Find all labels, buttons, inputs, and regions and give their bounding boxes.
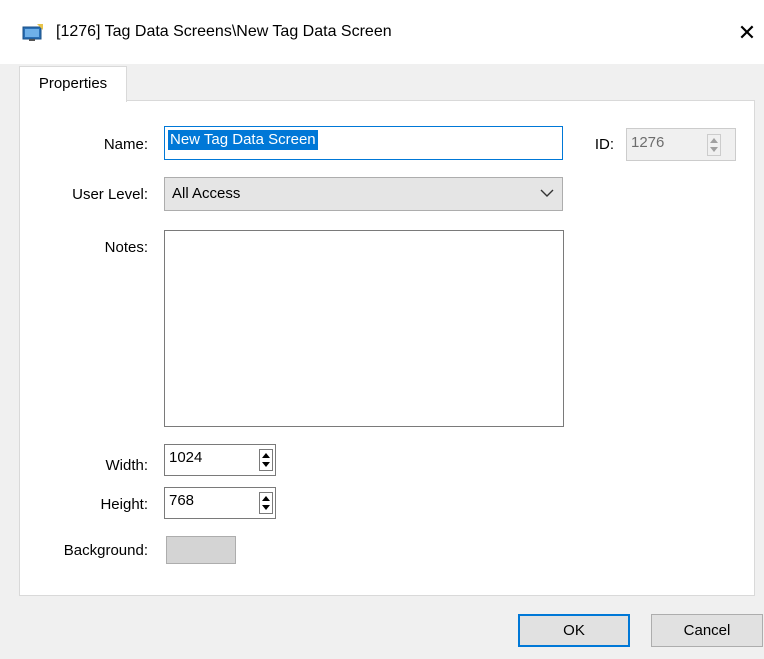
- chevron-down-icon: [540, 189, 554, 197]
- width-value: 1024: [169, 449, 203, 466]
- spin-down-icon: [710, 147, 718, 152]
- ok-button[interactable]: OK: [518, 614, 630, 647]
- user-level-value: All Access: [172, 185, 241, 202]
- width-spinbox[interactable]: 1024: [164, 444, 276, 476]
- id-spinner: [707, 134, 721, 156]
- height-label: Height:: [100, 496, 148, 513]
- window-title: [1276] Tag Data Screens\New Tag Data Scr…: [56, 23, 392, 40]
- height-value: 768: [169, 492, 195, 509]
- user-level-label: User Level:: [72, 186, 148, 203]
- user-level-dropdown[interactable]: All Access: [164, 177, 563, 211]
- spin-up-icon: [710, 138, 718, 143]
- name-input[interactable]: New Tag Data Screen: [164, 126, 563, 160]
- close-icon: ✕: [737, 20, 757, 45]
- background-color-swatch[interactable]: [166, 536, 236, 564]
- height-spinner[interactable]: [259, 492, 273, 514]
- spin-down-icon[interactable]: [262, 462, 270, 468]
- id-value: 1276: [631, 134, 665, 151]
- spin-up-icon[interactable]: [262, 452, 270, 458]
- background-label: Background:: [63, 542, 148, 559]
- id-label: ID:: [594, 136, 614, 153]
- close-button[interactable]: ✕: [730, 16, 764, 50]
- notes-label: Notes:: [104, 239, 148, 256]
- height-spinbox[interactable]: 768: [164, 487, 276, 519]
- id-field: 1276: [626, 128, 736, 161]
- tab-properties[interactable]: Properties: [19, 66, 127, 102]
- spin-up-icon[interactable]: [262, 495, 270, 501]
- title-bar: [1276] Tag Data Screens\New Tag Data Scr…: [0, 0, 764, 64]
- width-spinner[interactable]: [259, 449, 273, 471]
- name-input-value: New Tag Data Screen: [168, 130, 318, 150]
- name-label: Name:: [103, 136, 148, 153]
- width-label: Width:: [105, 457, 148, 474]
- spin-down-icon[interactable]: [262, 505, 270, 511]
- screen-icon: [22, 24, 43, 41]
- notes-textarea[interactable]: [164, 230, 564, 427]
- cancel-button[interactable]: Cancel: [651, 614, 763, 647]
